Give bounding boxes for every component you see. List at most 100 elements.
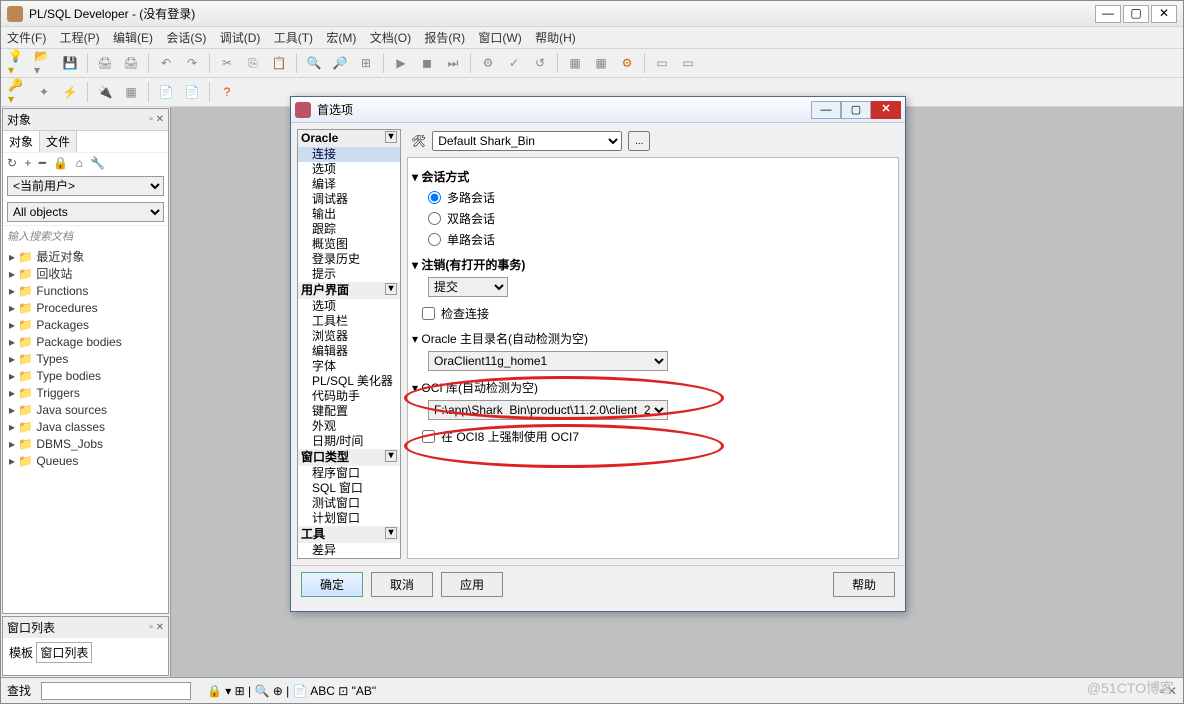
menu-debug[interactable]: 调试(D) xyxy=(220,31,261,45)
cascade-icon[interactable]: ▭ xyxy=(677,52,699,74)
pref-item[interactable]: 程序窗口 xyxy=(298,466,400,481)
rollback-icon[interactable]: ↺ xyxy=(529,52,551,74)
cut-icon[interactable]: ✂ xyxy=(216,52,238,74)
findnext-icon[interactable]: 🔎 xyxy=(329,52,351,74)
help-icon[interactable]: ? xyxy=(216,81,238,103)
pref-item[interactable]: 字体 xyxy=(298,359,400,374)
tree-node[interactable]: 📁Queues xyxy=(9,453,162,470)
pref-item[interactable]: 连接 xyxy=(298,147,400,162)
status-tools[interactable]: 🔒 ▾ ⊞ | 🔍 ⊕ | 📄 ABC ⊡ "AB" xyxy=(207,684,376,698)
find-icon[interactable]: 🔍 xyxy=(303,52,325,74)
print2-icon[interactable]: 🖨 xyxy=(120,52,142,74)
pref-item[interactable]: 代码助手 xyxy=(298,389,400,404)
pref-item[interactable]: 浏览器 xyxy=(298,329,400,344)
pref-item[interactable]: 计划窗口 xyxy=(298,511,400,526)
window-list-input[interactable]: 窗口列表 xyxy=(36,642,92,663)
more2-icon[interactable]: ▦ xyxy=(590,52,612,74)
data-icon[interactable]: ▦ xyxy=(120,81,142,103)
preferences-tree[interactable]: Oracle▾连接选项编译调试器输出跟踪概览图登录历史提示用户界面▾选项工具栏浏… xyxy=(297,129,401,559)
paste-icon[interactable]: 📋 xyxy=(268,52,290,74)
search-input[interactable] xyxy=(41,682,191,700)
undo-icon[interactable]: ↶ xyxy=(155,52,177,74)
ok-button[interactable]: 确定 xyxy=(301,572,363,597)
pref-item[interactable]: 选项 xyxy=(298,162,400,177)
pref-item[interactable]: 测试窗口 xyxy=(298,496,400,511)
menu-macro[interactable]: 宏(M) xyxy=(326,31,356,45)
object-tree[interactable]: 📁最近对象📁回收站📁Functions📁Procedures📁Packages📁… xyxy=(3,246,168,473)
pref-item[interactable]: 日期/时间 xyxy=(298,434,400,449)
maximize-button[interactable]: ▢ xyxy=(1123,5,1149,23)
profile-select[interactable]: Default Shark_Bin xyxy=(432,131,622,151)
pref-category[interactable]: 窗口类型▾ xyxy=(298,449,400,466)
pref-item[interactable]: 概览图 xyxy=(298,237,400,252)
object-toolbar[interactable]: ↻ + ━ 🔒 ⌂ 🔧 xyxy=(3,152,168,173)
session-mode-head[interactable]: 会话方式 xyxy=(412,166,894,187)
plug-icon[interactable]: 🔌 xyxy=(94,81,116,103)
menu-project[interactable]: 工程(P) xyxy=(60,31,100,45)
open-icon[interactable]: 📂▾ xyxy=(33,52,55,74)
menu-report[interactable]: 报告(R) xyxy=(424,31,465,45)
tab-objects[interactable]: 对象 xyxy=(3,131,40,152)
print-icon[interactable]: 🖨 xyxy=(94,52,116,74)
template-label[interactable]: 模板 xyxy=(9,646,33,660)
menu-file[interactable]: 文件(F) xyxy=(7,31,46,45)
menu-help[interactable]: 帮助(H) xyxy=(535,31,576,45)
menu-session[interactable]: 会话(S) xyxy=(166,31,206,45)
spark-icon[interactable]: ✦ xyxy=(33,81,55,103)
script2-icon[interactable]: 📄 xyxy=(181,81,203,103)
tree-node[interactable]: 📁Functions xyxy=(9,283,162,300)
pref-item[interactable]: 登录历史 xyxy=(298,252,400,267)
key-icon[interactable]: 🔑▾ xyxy=(7,81,29,103)
dual-session-radio[interactable] xyxy=(428,212,441,225)
redo-icon[interactable]: ↷ xyxy=(181,52,203,74)
tree-node[interactable]: 📁回收站 xyxy=(9,266,162,283)
pref-item[interactable]: 外观 xyxy=(298,419,400,434)
filter-combo[interactable]: All objects xyxy=(7,202,164,222)
window-icon[interactable]: ▭ xyxy=(651,52,673,74)
save-icon[interactable]: 💾 xyxy=(59,52,81,74)
pin-icon[interactable]: ▫ ✕ xyxy=(149,622,164,633)
cancel-button[interactable]: 取消 xyxy=(371,572,433,597)
dialog-maximize[interactable]: ▢ xyxy=(841,101,871,119)
tree-node[interactable]: 📁Java classes xyxy=(9,419,162,436)
tree-node[interactable]: 📁DBMS_Jobs xyxy=(9,436,162,453)
pref-item[interactable]: 差异 xyxy=(298,543,400,558)
flash-icon[interactable]: ⚡ xyxy=(59,81,81,103)
pref-item[interactable]: 工具栏 xyxy=(298,314,400,329)
oracle-home-select[interactable]: OraClient11g_home1 xyxy=(428,351,668,371)
tree-node[interactable]: 📁Procedures xyxy=(9,300,162,317)
menu-edit[interactable]: 编辑(E) xyxy=(113,31,153,45)
pref-item[interactable]: SQL 窗口 xyxy=(298,481,400,496)
pref-category[interactable]: 工具▾ xyxy=(298,526,400,543)
stop-icon[interactable]: ◼ xyxy=(416,52,438,74)
menu-window[interactable]: 窗口(W) xyxy=(478,31,521,45)
pref-item[interactable]: 调试器 xyxy=(298,192,400,207)
dialog-minimize[interactable]: — xyxy=(811,101,841,119)
apply-button[interactable]: 应用 xyxy=(441,572,503,597)
replace-icon[interactable]: ⊞ xyxy=(355,52,377,74)
commit-icon[interactable]: ✓ xyxy=(503,52,525,74)
tree-node[interactable]: 📁Java sources xyxy=(9,402,162,419)
tree-node[interactable]: 📁Package bodies xyxy=(9,334,162,351)
run-icon[interactable]: ▶ xyxy=(390,52,412,74)
tree-node[interactable]: 📁Type bodies xyxy=(9,368,162,385)
pref-item[interactable]: 编辑器 xyxy=(298,344,400,359)
script1-icon[interactable]: 📄 xyxy=(155,81,177,103)
bulb-icon[interactable]: 💡▾ xyxy=(7,52,29,74)
dialog-close[interactable]: ✕ xyxy=(871,101,901,119)
oci-lib-select[interactable]: F:\app\Shark_Bin\product\11.2.0\client_2… xyxy=(428,400,668,420)
tree-node[interactable]: 📁Packages xyxy=(9,317,162,334)
force-oci7-checkbox[interactable] xyxy=(422,430,435,443)
pref-item[interactable]: 提示 xyxy=(298,267,400,282)
tab-files[interactable]: 文件 xyxy=(40,131,77,152)
pref-item[interactable]: 跟踪 xyxy=(298,222,400,237)
logoff-select[interactable]: 提交 xyxy=(428,277,508,297)
tree-node[interactable]: 📁Triggers xyxy=(9,385,162,402)
special-icon[interactable]: ⚙ xyxy=(616,52,638,74)
close-button[interactable]: ✕ xyxy=(1151,5,1177,23)
multi-session-radio[interactable] xyxy=(428,191,441,204)
copy-icon[interactable]: ⎘ xyxy=(242,52,264,74)
pref-item[interactable]: 编译 xyxy=(298,177,400,192)
pref-item[interactable]: 数据生成器 xyxy=(298,558,400,559)
tree-node[interactable]: 📁最近对象 xyxy=(9,249,162,266)
